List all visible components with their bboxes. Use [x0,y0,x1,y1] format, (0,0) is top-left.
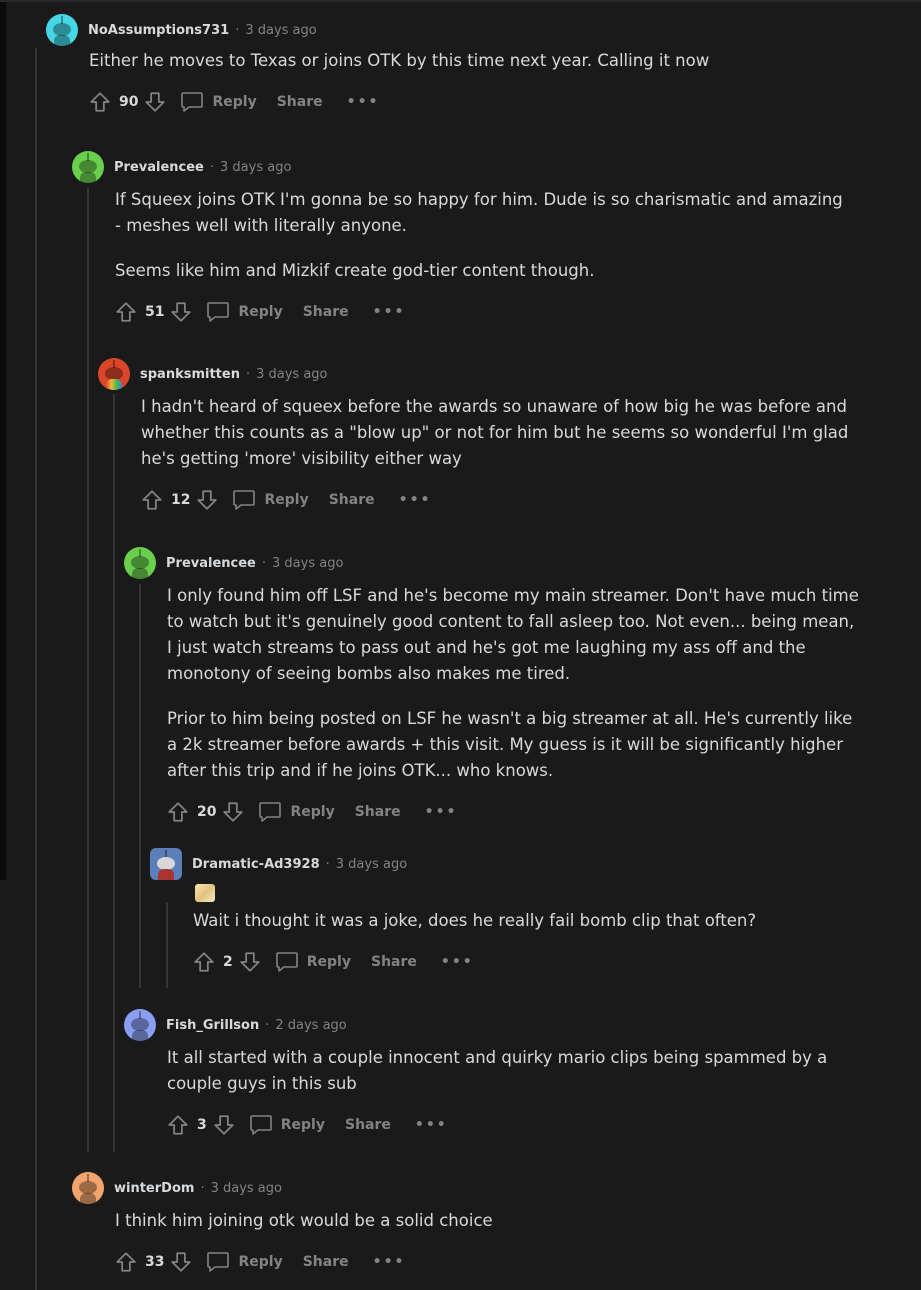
user-avatar[interactable] [150,848,182,880]
comment: NoAssumptions731 · 3 days ago Either he … [46,14,906,116]
comment: spanksmitten · 3 days ago I hadn't heard… [98,358,858,514]
share-button[interactable]: Share [303,304,349,320]
comment-author[interactable]: Dramatic-Ad3928 [192,857,320,872]
comment-author[interactable]: Prevalencee [166,556,256,571]
comment-timestamp[interactable]: 2 days ago [275,1018,346,1033]
vote-score: 3 [197,1117,207,1133]
share-button[interactable]: Share [303,1254,349,1270]
downvote-icon[interactable] [144,91,166,113]
more-options-button[interactable]: ••• [347,94,380,110]
comment-body: I hadn't heard of squeex before the awar… [141,397,849,468]
comment-body: If Squeex joins OTK I'm gonna be so happ… [115,190,843,235]
vote-score: 20 [197,804,217,820]
reply-bubble-icon[interactable] [206,1251,230,1273]
reply-button[interactable]: Reply [238,304,282,320]
user-avatar[interactable] [72,1172,104,1204]
comment: winterDom · 3 days ago I think him joini… [72,1172,852,1276]
upvote-icon[interactable] [141,489,163,511]
share-button[interactable]: Share [329,492,375,508]
share-button[interactable]: Share [277,94,323,110]
more-options-button[interactable]: ••• [441,954,474,970]
user-avatar[interactable] [46,14,78,46]
comment: Dramatic-Ad3928 · 3 days ago Wait i thou… [150,848,870,976]
more-options-button[interactable]: ••• [425,804,458,820]
downvote-icon[interactable] [170,1251,192,1273]
comment-author[interactable]: Prevalencee [114,160,204,175]
meta-separator: · [235,22,240,38]
more-options-button[interactable]: ••• [399,492,432,508]
meta-separator: · [245,366,251,382]
reply-bubble-icon[interactable] [249,1114,273,1136]
share-button[interactable]: Share [345,1117,391,1133]
page-edge [0,0,6,880]
user-avatar[interactable] [98,358,130,390]
user-avatar[interactable] [124,547,156,579]
vote-score: 33 [145,1254,165,1270]
upvote-icon[interactable] [167,1114,189,1136]
downvote-icon[interactable] [222,801,244,823]
user-avatar[interactable] [72,151,104,183]
reply-button[interactable]: Reply [264,492,308,508]
comment: Prevalencee · 3 days ago If Squeex joins… [72,151,852,326]
reply-bubble-icon[interactable] [206,301,230,323]
reply-button[interactable]: Reply [290,804,334,820]
upvote-icon[interactable] [193,951,215,973]
upvote-icon[interactable] [89,91,111,113]
meta-separator: · [261,555,267,571]
comment-body: I only found him off LSF and he's become… [167,586,859,683]
comment: Fish_Grillson · 2 days ago It all starte… [124,1009,864,1139]
comment-author[interactable]: winterDom [114,1181,194,1196]
comment-body: Prior to him being posted on LSF he wasn… [167,709,853,780]
user-flair-icon [195,884,215,902]
comment-author[interactable]: Fish_Grillson [166,1018,259,1033]
comment-timestamp[interactable]: 3 days ago [245,23,316,38]
meta-separator: · [209,159,215,175]
comment-body: It all started with a couple innocent an… [167,1048,828,1093]
meta-separator: · [200,1180,205,1196]
meta-separator: · [325,856,330,872]
reply-bubble-icon[interactable] [180,91,204,113]
comment-timestamp[interactable]: 3 days ago [256,367,327,382]
meta-separator: · [265,1017,270,1033]
comment: Prevalencee · 3 days ago I only found hi… [124,547,864,826]
more-options-button[interactable]: ••• [373,304,406,320]
more-options-button[interactable]: ••• [373,1254,406,1270]
downvote-icon[interactable] [239,951,261,973]
reply-bubble-icon[interactable] [232,489,256,511]
upvote-icon[interactable] [115,1251,137,1273]
reply-bubble-icon[interactable] [275,951,299,973]
reply-bubble-icon[interactable] [258,801,282,823]
comment-body: I think him joining otk would be a solid… [115,1211,493,1230]
comment-timestamp[interactable]: 3 days ago [272,556,343,571]
comment-author[interactable]: NoAssumptions731 [88,23,229,38]
vote-score: 51 [145,304,165,320]
user-avatar[interactable] [124,1009,156,1041]
share-button[interactable]: Share [355,804,401,820]
downvote-icon[interactable] [170,301,192,323]
comment-timestamp[interactable]: 3 days ago [220,160,291,175]
thread-line-level-0[interactable] [35,48,37,1290]
reply-button[interactable]: Reply [281,1117,325,1133]
vote-score: 90 [119,94,139,110]
page-top-edge [0,0,921,2]
reply-button[interactable]: Reply [307,954,351,970]
comment-timestamp[interactable]: 3 days ago [336,857,407,872]
downvote-icon[interactable] [196,489,218,511]
share-button[interactable]: Share [371,954,417,970]
comment-body: Either he moves to Texas or joins OTK by… [89,51,710,70]
downvote-icon[interactable] [213,1114,235,1136]
vote-score: 12 [171,492,191,508]
thread-line-level-1[interactable] [87,188,89,1152]
upvote-icon[interactable] [167,801,189,823]
comment-body: Seems like him and Mizkif create god-tie… [115,261,595,280]
comment-body: Wait i thought it was a joke, does he re… [193,911,757,930]
vote-score: 2 [223,954,233,970]
more-options-button[interactable]: ••• [415,1117,448,1133]
comment-author[interactable]: spanksmitten [140,367,240,382]
upvote-icon[interactable] [115,301,137,323]
reply-button[interactable]: Reply [238,1254,282,1270]
reply-button[interactable]: Reply [212,94,256,110]
comment-timestamp[interactable]: 3 days ago [211,1181,282,1196]
